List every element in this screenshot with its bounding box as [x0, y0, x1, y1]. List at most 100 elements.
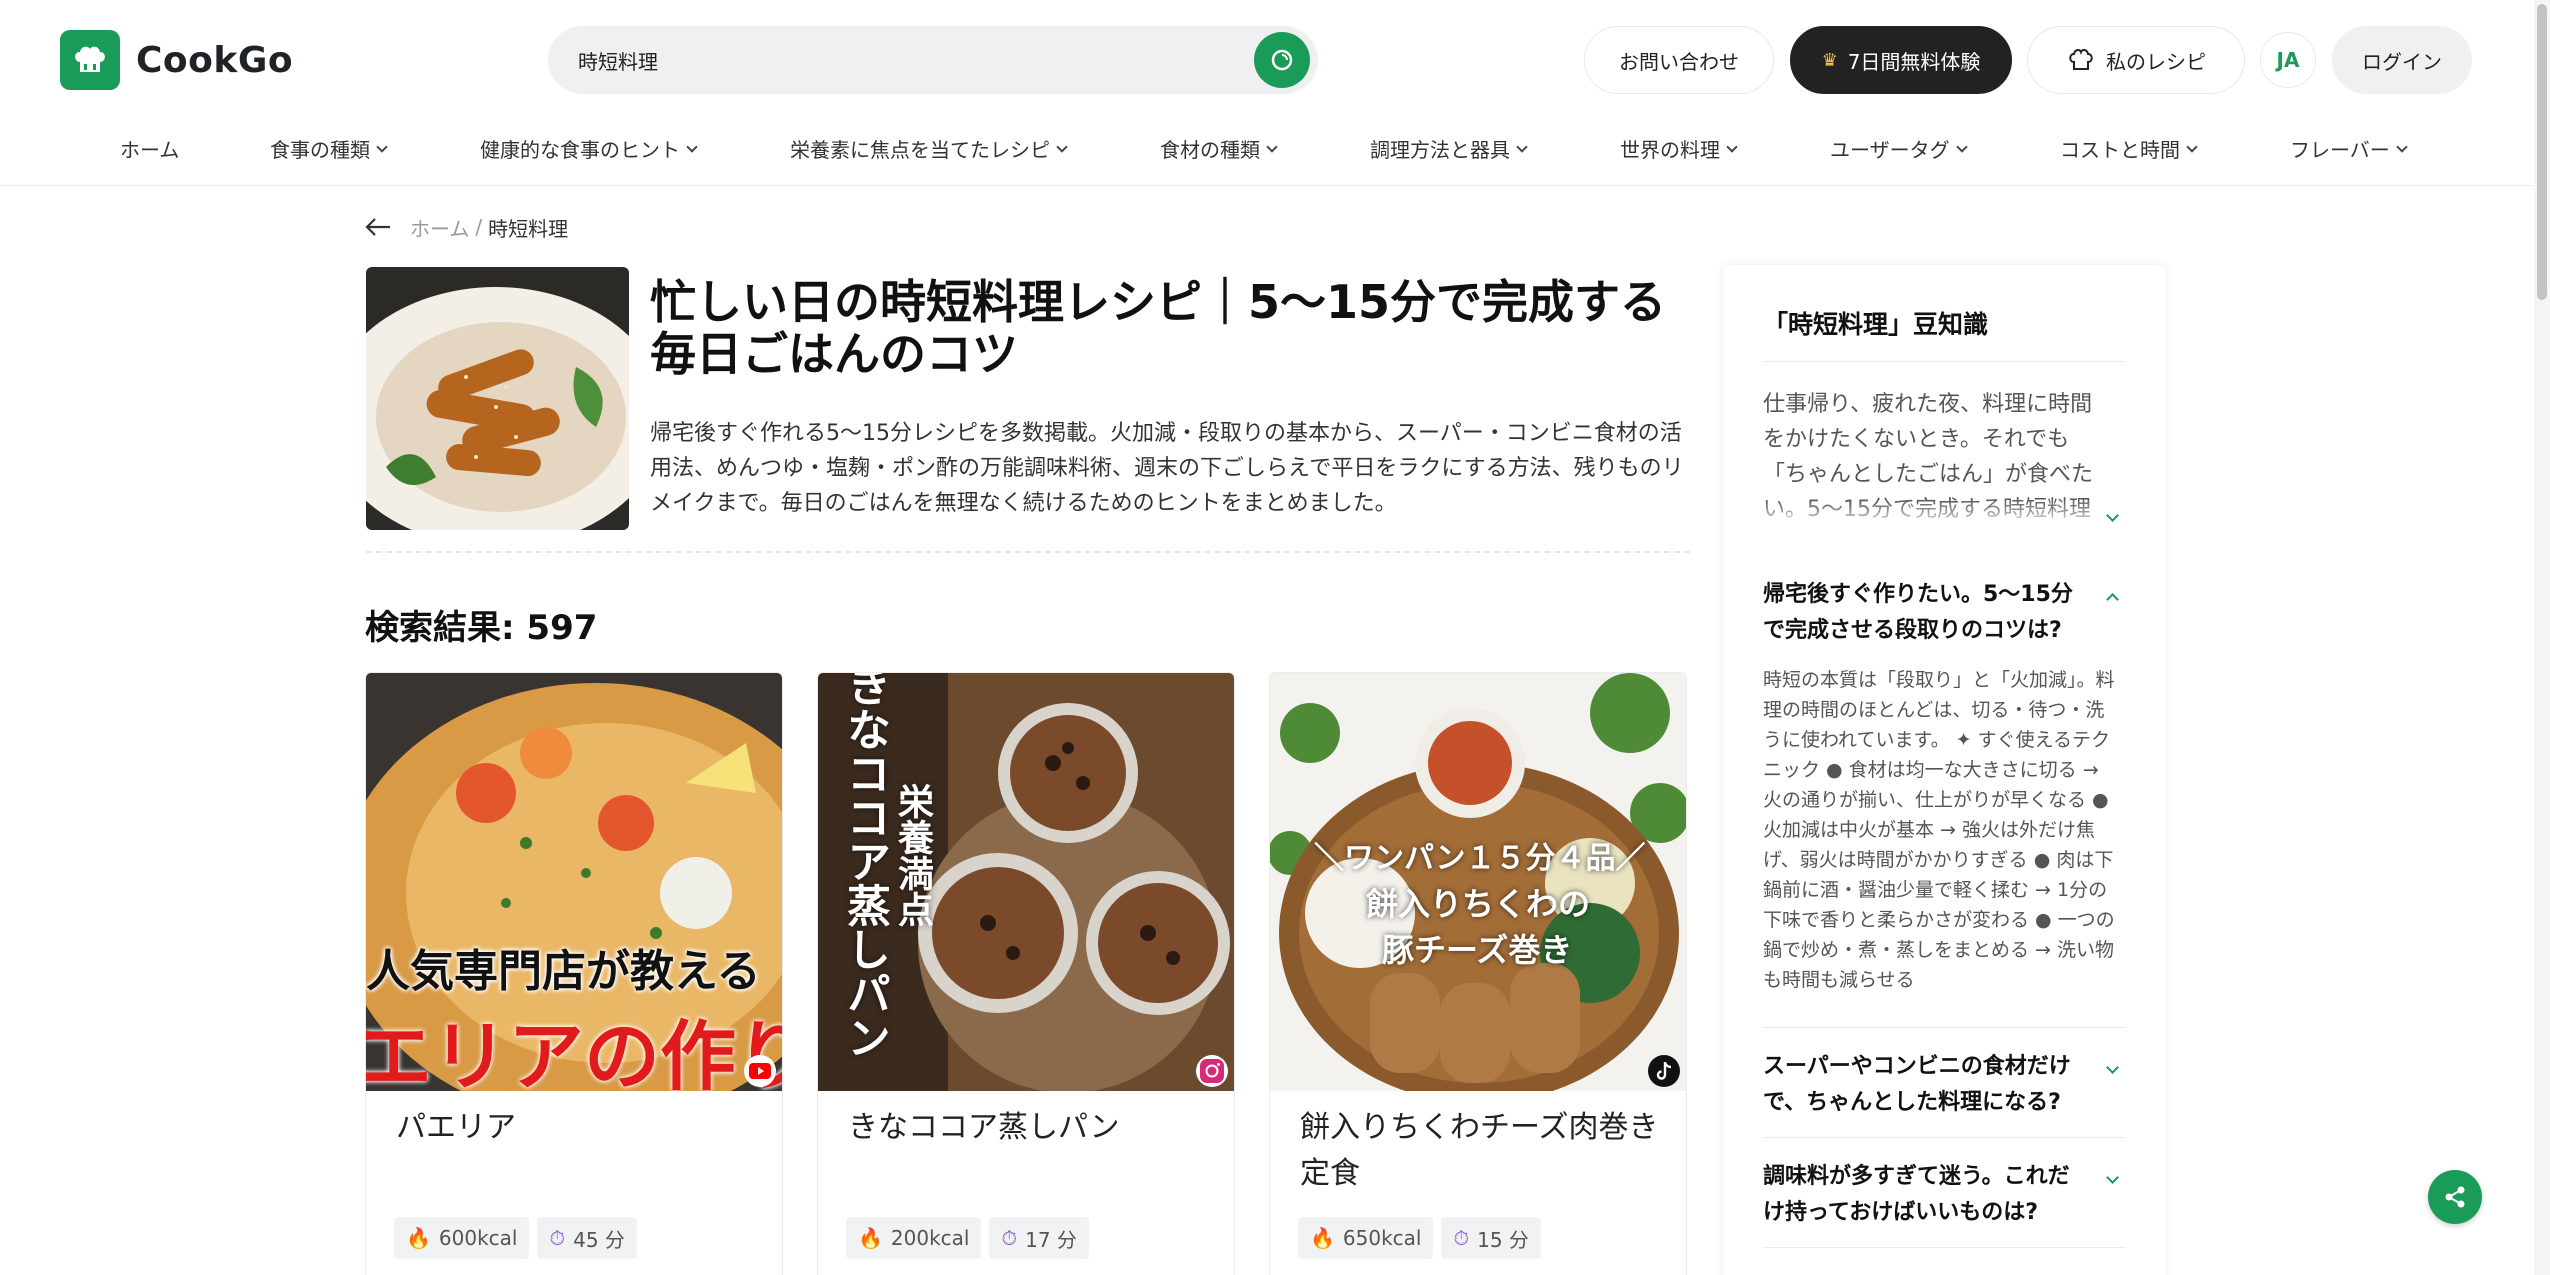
nav-label: 調理方法と器具	[1370, 138, 1510, 162]
time-value: 17 分	[1025, 1227, 1077, 1252]
chevron-down-icon	[2396, 140, 2408, 153]
search-bar	[548, 26, 1318, 94]
nav-label: ホーム	[120, 138, 180, 162]
free-trial-button[interactable]: ♛ 7日間無料体験	[1790, 26, 2012, 94]
nav-item-ingredient-type[interactable]: 食材の種類	[1160, 134, 1278, 163]
faq-question[interactable]: 調味料が多すぎて迷う。これだけ持っておけばいいものは?	[1763, 1159, 2083, 1231]
nav-item-home[interactable]: ホーム	[120, 134, 179, 163]
divider	[1763, 1027, 2126, 1028]
text-fade	[1763, 499, 2108, 529]
expand-intro-toggle[interactable]	[2106, 505, 2124, 522]
search-icon	[1271, 49, 1293, 71]
chevron-down-icon	[1266, 140, 1278, 153]
thumbnail-caption-top: ＼ワンパン１５分４品／	[1314, 841, 1646, 876]
breadcrumb: ホーム / 時短料理	[364, 212, 568, 242]
result-count: 検索結果: 597	[365, 608, 598, 648]
contact-label: お問い合わせ	[1619, 49, 1739, 74]
nav-label: 健康的な食事のヒント	[480, 138, 680, 162]
breadcrumb-separator: /	[475, 215, 483, 239]
chevron-down-icon	[376, 140, 388, 153]
contact-button[interactable]: お問い合わせ	[1584, 26, 1774, 94]
time-value: 15 分	[1477, 1227, 1529, 1252]
youtube-icon	[744, 1055, 776, 1087]
share-button[interactable]	[2428, 1170, 2482, 1224]
recipe-title: パエリア	[396, 1110, 516, 1145]
faq-question[interactable]: スーパーやコンビニの食材だけで、ちゃんとした料理になる?	[1763, 1049, 2083, 1121]
chevron-down-icon	[2186, 140, 2198, 153]
recipe-meta: 🔥 600kcal ⏱ 45 分	[394, 1217, 637, 1259]
recipe-card[interactable]: ＼ワンパン１５分４品／ 餅入りちくわの 豚チーズ巻き 餅入りちくわチーズ肉巻き定…	[1269, 672, 1687, 1275]
nav-item-user-tags[interactable]: ユーザータグ	[1830, 134, 1968, 163]
nav-label: ユーザータグ	[1830, 138, 1950, 162]
share-icon	[2445, 1186, 2465, 1208]
recipe-card[interactable]: きなココア蒸しパン 栄養満点 きなココア蒸しパン 🔥 200kcal ⏱ 17 分	[817, 672, 1235, 1275]
time-badge: ⏱ 15 分	[1441, 1217, 1541, 1259]
faq-toggle[interactable]	[2106, 1057, 2124, 1074]
my-recipe-label: 私のレシピ	[2106, 49, 2206, 74]
search-button[interactable]	[1254, 32, 1310, 88]
chevron-down-icon	[1516, 140, 1528, 153]
nav-item-cost-time[interactable]: コストと時間	[2060, 134, 2198, 163]
chef-hat-logo-icon	[60, 30, 120, 90]
login-label: ログイン	[2362, 49, 2442, 74]
scrollbar-thumb[interactable]	[2537, 4, 2547, 300]
time-value: 45 分	[573, 1227, 625, 1252]
chevron-down-icon	[686, 140, 698, 153]
logo[interactable]: CookGo	[60, 30, 293, 90]
language-switcher[interactable]: JA	[2260, 32, 2316, 88]
my-recipe-button[interactable]: 私のレシピ	[2027, 26, 2245, 94]
flame-icon: 🔥	[406, 1226, 431, 1250]
chevron-down-icon	[2106, 1171, 2119, 1184]
chevron-down-icon	[1056, 140, 1068, 153]
nav-item-world-cuisine[interactable]: 世界の料理	[1620, 134, 1738, 163]
faq-toggle[interactable]	[2106, 1167, 2124, 1184]
nav-label: 食事の種類	[270, 138, 370, 162]
thumbnail-caption-top: 人気専門店が教える	[366, 946, 761, 997]
recipe-thumbnail[interactable]: きなココア蒸しパン 栄養満点	[818, 673, 1234, 1091]
chef-hat-icon	[2069, 48, 2093, 70]
trial-label: 7日間無料体験	[1847, 49, 1981, 74]
flame-icon: 🔥	[858, 1226, 883, 1250]
calorie-value: 200kcal	[890, 1226, 970, 1250]
calorie-value: 650kcal	[1342, 1226, 1422, 1250]
faq-question[interactable]: 帰宅後すぐ作りたい。5〜15分で完成させる段取りのコツは?	[1763, 577, 2083, 649]
breadcrumb-home[interactable]: ホーム	[410, 213, 469, 242]
recipe-card[interactable]: 人気専門店が教える エリアの作り パエリア 🔥 600kcal ⏱ 45 分	[365, 672, 783, 1275]
divider	[366, 551, 1690, 553]
chevron-down-icon	[2106, 1061, 2119, 1074]
divider	[1763, 1247, 2126, 1248]
recipe-thumbnail[interactable]: ＼ワンパン１５分４品／ 餅入りちくわの 豚チーズ巻き	[1270, 673, 1686, 1091]
recipe-thumbnail[interactable]: 人気専門店が教える エリアの作り	[366, 673, 782, 1091]
chevron-down-icon	[1726, 140, 1738, 153]
site-header: CookGo お問い合わせ ♛ 7日間無料体験 私のレシピ JA ログイン	[0, 0, 2550, 120]
divider	[1763, 1137, 2126, 1138]
stopwatch-icon: ⏱	[549, 1226, 566, 1250]
search-input[interactable]	[578, 26, 1198, 94]
nav-label: コストと時間	[2060, 138, 2180, 162]
brand-name: CookGo	[136, 39, 294, 81]
hero-image	[366, 267, 629, 530]
nav-item-cooking-methods[interactable]: 調理方法と器具	[1370, 134, 1528, 163]
language-label: JA	[2276, 48, 2300, 72]
page-description: 帰宅後すぐ作れる5〜15分レシピを多数掲載。火加減・段取りの基本から、スーパー・…	[650, 421, 1684, 516]
chevron-down-icon	[2106, 509, 2119, 522]
recipe-title: きなココア蒸しパン	[848, 1110, 1120, 1145]
breadcrumb-current: 時短料理	[488, 216, 569, 241]
login-button[interactable]: ログイン	[2332, 26, 2472, 94]
calorie-badge: 🔥 650kcal	[1298, 1217, 1434, 1259]
page-scrollbar[interactable]	[2534, 0, 2550, 1275]
crown-icon: ♛	[1821, 49, 1838, 71]
nav-item-flavor[interactable]: フレーバー	[2290, 134, 2408, 163]
nav-item-meal-type[interactable]: 食事の種類	[270, 134, 388, 163]
chevron-down-icon	[1955, 140, 1968, 153]
chevron-up-icon	[2106, 593, 2119, 606]
nav-item-nutrient-recipes[interactable]: 栄養素に焦点を当てたレシピ	[790, 134, 1068, 163]
nav-item-healthy-tips[interactable]: 健康的な食事のヒント	[480, 134, 698, 163]
recipe-meta: 🔥 200kcal ⏱ 17 分	[846, 1217, 1089, 1259]
back-arrow-icon[interactable]	[364, 212, 398, 242]
recipe-meta: 🔥 650kcal ⏱ 15 分	[1298, 1217, 1541, 1259]
nav-label: 食材の種類	[1160, 138, 1260, 162]
faq-toggle[interactable]	[2106, 589, 2124, 606]
tiktok-icon	[1648, 1055, 1680, 1087]
calorie-badge: 🔥 200kcal	[846, 1217, 982, 1259]
